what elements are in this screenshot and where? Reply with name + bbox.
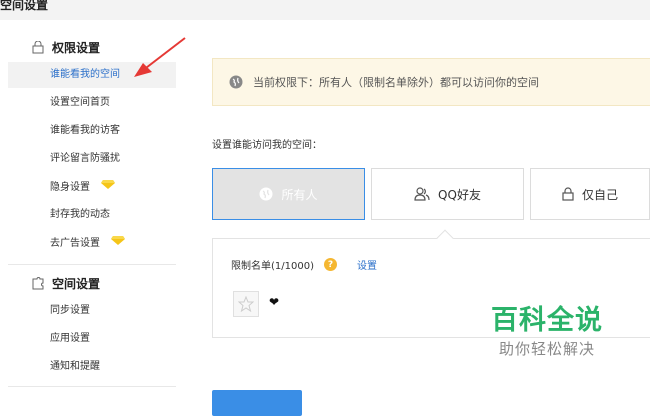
sidebar-item-invisible[interactable]: 隐身设置 [8, 174, 176, 200]
lock-icon [562, 187, 574, 201]
section-space: 空间设置 [30, 274, 100, 292]
panel-pointer [436, 229, 454, 247]
restriction-row: 限制名单(1/1000) ? 设置 [231, 257, 377, 272]
divider [8, 386, 176, 387]
window-title: 空间设置 [0, 0, 49, 12]
sidebar-item-homepage[interactable]: 设置空间首页 [8, 90, 176, 116]
option-qq-friends[interactable]: QQ好友 [371, 168, 524, 220]
heart-icon: ❤ [269, 295, 280, 309]
option-label: QQ好友 [438, 187, 481, 202]
title-bar: 空间设置 [0, 0, 650, 20]
globe-icon [259, 187, 273, 201]
annotation-arrow-icon [134, 37, 186, 77]
option-label: 仅自己 [581, 187, 618, 202]
sidebar-item-archive[interactable]: 封存我的动态 [8, 202, 176, 228]
notice-text: 当前权限下：所有人（限制名单除外）都可以访问你的空间 [253, 76, 539, 89]
watermark-title: 百科全说 [491, 305, 603, 336]
restriction-settings-link[interactable]: 设置 [357, 257, 377, 272]
sidebar-item-sync[interactable]: 同步设置 [8, 298, 176, 324]
divider [8, 264, 176, 265]
sidebar-item-apps[interactable]: 应用设置 [8, 326, 176, 352]
sidebar-item-visitors[interactable]: 谁能看我的访客 [8, 118, 176, 144]
section-heading: 权限设置 [52, 40, 101, 55]
puzzle-icon [30, 276, 46, 290]
access-question: 设置谁能访问我的空间： [212, 140, 322, 151]
sidebar-item-notifications[interactable]: 通知和提醒 [8, 354, 176, 380]
diamond-icon [111, 230, 126, 256]
star-icon [238, 296, 254, 312]
globe-icon [229, 75, 243, 89]
option-label: 所有人 [281, 187, 318, 202]
option-everyone[interactable]: 所有人 [212, 168, 365, 220]
watermark-subtitle: 助你轻松解决 [498, 340, 595, 358]
sidebar-item-label: 隐身设置 [50, 182, 90, 193]
lock-icon [30, 40, 46, 54]
sidebar-item-label: 去广告设置 [50, 238, 100, 249]
save-button[interactable] [212, 390, 302, 416]
section-permission: 权限设置 [30, 38, 100, 56]
sidebar-item-remove-ads[interactable]: 去广告设置 [8, 230, 176, 256]
restriction-list-label: 限制名单(1/1000) [231, 261, 314, 272]
friends-icon [414, 187, 430, 201]
permission-notice: 当前权限下：所有人（限制名单除外）都可以访问你的空间 [212, 58, 650, 106]
diamond-icon [101, 174, 116, 200]
sidebar-item-anti-harass[interactable]: 评论留言防骚扰 [8, 146, 176, 172]
watermark: 百科全说 助你轻松解决 [462, 304, 632, 374]
help-icon[interactable]: ? [323, 258, 337, 271]
avatar[interactable] [233, 291, 259, 317]
option-only-me[interactable]: 仅自己 [530, 168, 650, 220]
section-heading: 空间设置 [52, 276, 101, 291]
